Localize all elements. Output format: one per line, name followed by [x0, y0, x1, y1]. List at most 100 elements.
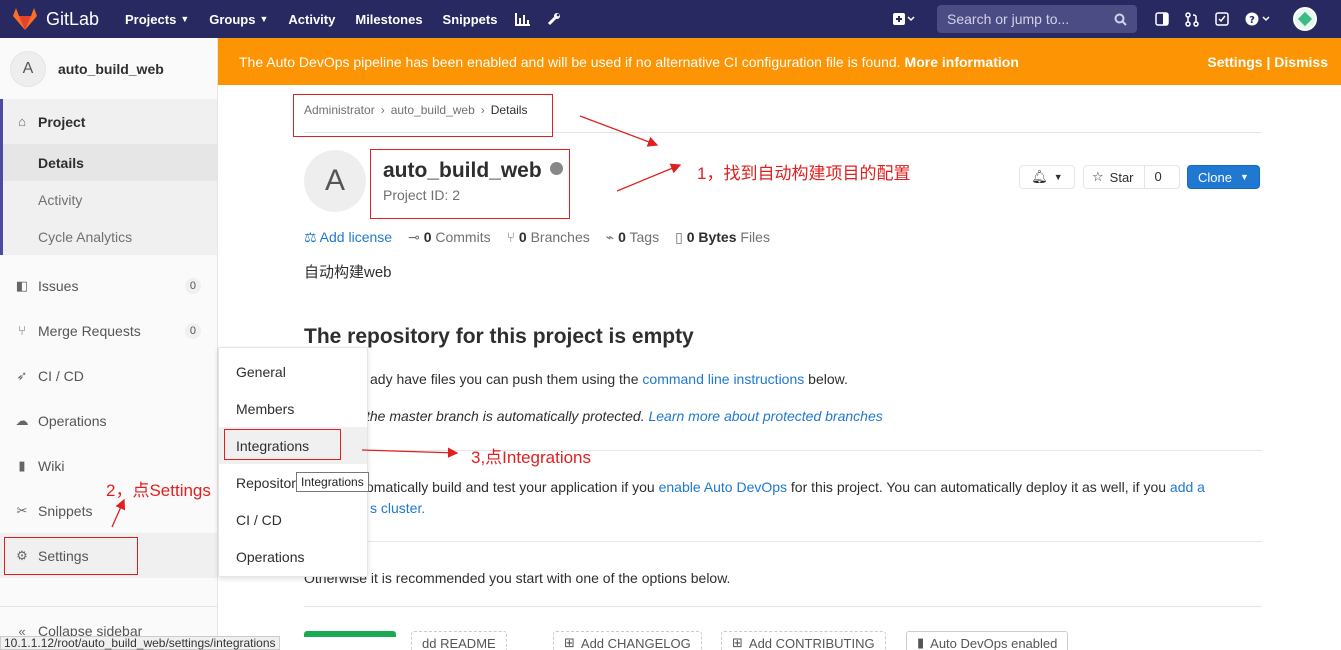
auto-devops-text-start: omatically build and test your applicati… — [366, 479, 655, 495]
sidebar-subitem-activity[interactable]: Activity — [3, 181, 217, 218]
add-license-link[interactable]: ⚖ Add license — [304, 229, 392, 246]
user-avatar[interactable] — [1293, 7, 1317, 31]
add-cluster-link[interactable]: add a — [1170, 479, 1205, 495]
browser-status-url: 10.1.1.12/root/auto_build_web/settings/i… — [0, 636, 280, 650]
files-label: Files — [740, 229, 770, 245]
star-button[interactable]: ☆ Star 0 — [1083, 165, 1180, 189]
annotation-step-3: 3,点Integrations — [471, 448, 592, 467]
sidebar-item-label: Issues — [38, 277, 79, 294]
add-changelog-label: Add CHANGELOG — [580, 635, 691, 650]
clone-button[interactable]: Clone ▼ — [1187, 165, 1260, 189]
home-icon: ⌂ — [18, 114, 26, 129]
commits-label: Commits — [435, 229, 491, 245]
command-line-instructions-link[interactable]: command line instructions — [642, 371, 804, 387]
star-count: 0 — [1143, 166, 1172, 188]
integrations-tooltip: Integrations — [296, 472, 369, 492]
sidebar-item-label: Merge Requests — [38, 322, 141, 339]
gitlab-brand[interactable]: GitLab — [0, 7, 115, 31]
add-readme-button[interactable]: dd README — [411, 631, 507, 650]
protected-branches-link[interactable]: Learn more about protected branches — [648, 408, 882, 424]
wrench-icon[interactable] — [539, 0, 569, 38]
flyout-item-operations[interactable]: Operations — [219, 538, 367, 575]
annotation-step-1: 1，找到自动构建项目的配置 — [697, 164, 911, 183]
banner-text: The Auto DevOps pipeline has been enable… — [239, 53, 901, 70]
help-icon[interactable]: ? — [1237, 0, 1279, 38]
chart-icon[interactable] — [507, 0, 539, 38]
chevron-down-icon: ▼ — [1053, 172, 1063, 182]
files-stat[interactable]: ▯ 0 Bytes Files — [675, 229, 770, 246]
annotation-box-integrations — [224, 429, 341, 460]
nav-snippets[interactable]: Snippets — [433, 0, 508, 38]
tag-icon: ⌁ — [605, 229, 619, 245]
new-item-plus-icon[interactable] — [885, 0, 923, 38]
svg-text:?: ? — [1249, 15, 1255, 26]
project-avatar: A — [304, 150, 366, 212]
merge-request-icon[interactable] — [1177, 0, 1207, 38]
banner-settings-link[interactable]: Settings — [1207, 54, 1262, 70]
sidebar-toggle-icon[interactable] — [1147, 0, 1177, 38]
enable-auto-devops-link[interactable]: enable Auto DevOps — [659, 479, 787, 495]
annotation-box-project-title — [370, 149, 570, 219]
search-placeholder: Search or jump to... — [947, 11, 1070, 27]
merge-request-icon: ⑂ — [18, 323, 26, 338]
commits-count: 0 — [423, 229, 432, 245]
sidebar-item-issues[interactable]: ◧ Issues 0 — [0, 263, 217, 308]
divider — [304, 541, 1262, 542]
branches-stat[interactable]: ⑂ 0 Branches — [507, 229, 590, 246]
nav-projects-label: Projects — [125, 11, 177, 27]
banner-dismiss-link[interactable]: Dismiss — [1274, 54, 1328, 70]
auto-devops-enabled-label: Auto DevOps enabled — [930, 635, 1058, 650]
sidebar-item-operations[interactable]: ☁ Operations — [0, 398, 217, 443]
todo-check-icon[interactable] — [1207, 0, 1237, 38]
chevron-down-icon: ▼ — [180, 14, 190, 24]
flyout-item-general[interactable]: General — [219, 353, 367, 390]
flyout-item-cicd[interactable]: CI / CD — [219, 501, 367, 538]
commits-stat[interactable]: ⊸ 0 Commits — [408, 229, 491, 246]
tags-label: Tags — [629, 229, 660, 245]
sidebar-project-header[interactable]: A auto_build_web — [0, 38, 217, 99]
sidebar-subitem-cycle-analytics[interactable]: Cycle Analytics — [3, 218, 217, 255]
rocket-icon: ➶ — [16, 367, 28, 383]
tags-stat[interactable]: ⌁ 0 Tags — [606, 229, 659, 246]
empty-repo-title: The repository for this project is empty — [304, 325, 694, 348]
push-text-end: below. — [808, 371, 848, 387]
add-contributing-button[interactable]: ⊞ Add CONTRIBUTING — [721, 631, 886, 650]
cloud-gear-icon: ☁ — [15, 412, 29, 428]
merge-requests-count-badge: 0 — [184, 322, 201, 339]
sidebar-item-project[interactable]: ⌂ Project — [3, 99, 217, 144]
annotation-step-2: 2，点Settings — [106, 481, 211, 500]
push-instructions-text: ady have files you can push them using t… — [370, 371, 848, 387]
branches-label: Branches — [530, 229, 590, 245]
auto-devops-enabled-button[interactable]: ▮ Auto DevOps enabled — [906, 631, 1069, 650]
sidebar-subitem-details[interactable]: Details — [3, 144, 217, 181]
add-license-label: Add license — [319, 229, 393, 245]
nav-groups[interactable]: Groups ▼ — [199, 0, 278, 38]
divider — [304, 606, 1262, 607]
nav-groups-label: Groups — [209, 11, 256, 27]
banner-more-info-link[interactable]: More information — [905, 54, 1019, 70]
protected-branch-text: the master branch is automatically prote… — [366, 408, 883, 424]
push-text: ady have files you can push them using t… — [370, 371, 639, 387]
sidebar-project-section: ⌂ Project Details Activity Cycle Analyti… — [0, 99, 217, 255]
project-stats: ⚖ Add license ⊸ 0 Commits ⑂ 0 Branches ⌁… — [304, 229, 786, 246]
kubernetes-cluster-link[interactable]: s cluster. — [370, 500, 425, 516]
banner-actions: Settings | Dismiss — [1207, 54, 1328, 70]
nav-milestones[interactable]: Milestones — [345, 0, 432, 38]
annotation-box-settings — [4, 537, 138, 575]
gitlab-logo-icon — [13, 8, 37, 30]
plus-icon: ⊞ — [732, 635, 743, 650]
new-file-button[interactable] — [304, 631, 396, 637]
sidebar-item-merge-requests[interactable]: ⑂ Merge Requests 0 — [0, 308, 217, 353]
sidebar-item-label: Wiki — [38, 457, 65, 474]
nav-activity[interactable]: Activity — [278, 0, 345, 38]
sidebar-item-cicd[interactable]: ➶ CI / CD — [0, 353, 217, 398]
add-changelog-button[interactable]: ⊞ Add CHANGELOG — [553, 631, 702, 650]
branch-icon: ⑂ — [506, 229, 519, 245]
notification-bell-button[interactable]: 🔔︎ ▼ — [1019, 165, 1075, 189]
sidebar-item-label: Snippets — [38, 502, 93, 519]
nav-projects[interactable]: Projects ▼ — [115, 0, 199, 38]
search-input[interactable]: Search or jump to... — [937, 5, 1137, 33]
flyout-item-members[interactable]: Members — [219, 390, 367, 427]
add-contributing-label: Add CONTRIBUTING — [748, 635, 875, 650]
file-icon: ▮ — [917, 635, 925, 650]
